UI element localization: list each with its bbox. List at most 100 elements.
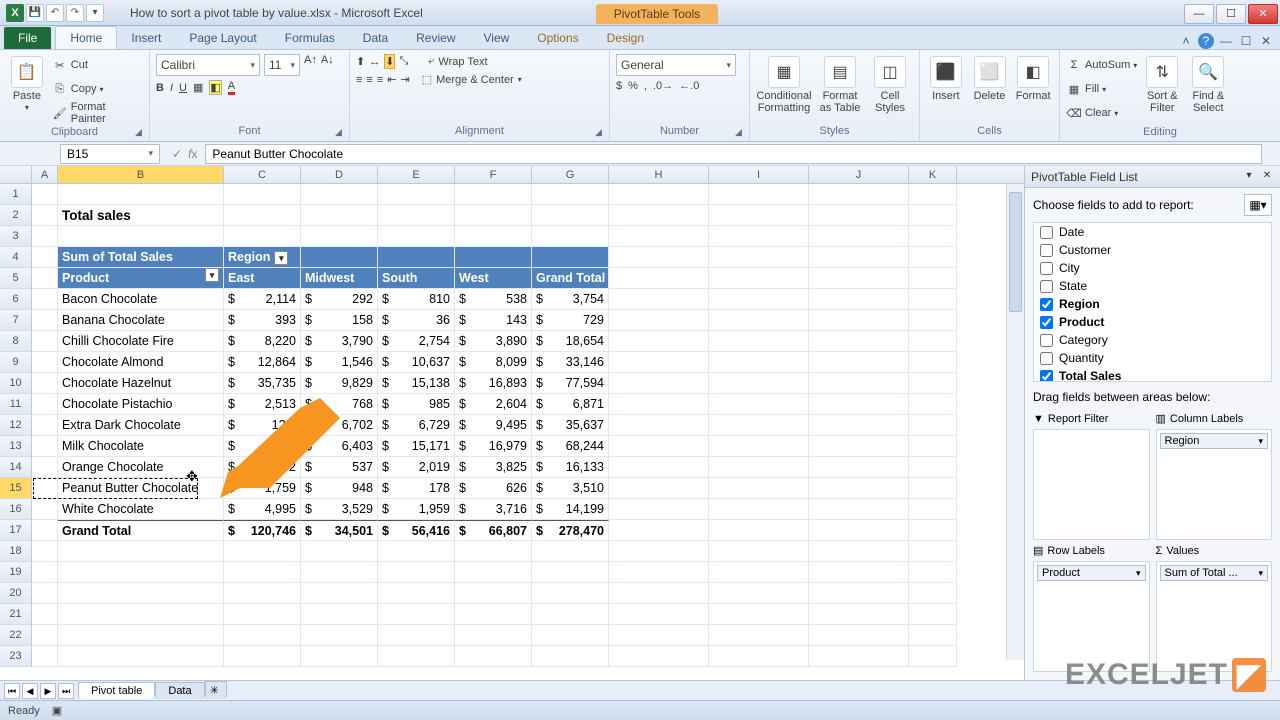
cell[interactable] [709,205,809,226]
sheet-nav-last-icon[interactable]: ⏭ [58,683,74,699]
paste-button[interactable]: 📋Paste▾ [6,54,48,115]
cell[interactable]: $34,501 [301,520,378,541]
tab-home[interactable]: Home [55,26,117,49]
cell[interactable] [809,331,909,352]
cell[interactable] [909,520,957,541]
cell[interactable] [455,205,532,226]
row-header[interactable]: 3 [0,226,32,247]
minimize-button[interactable]: — [1184,4,1214,24]
cell[interactable] [32,268,58,289]
cell[interactable] [32,478,58,499]
cell[interactable] [809,583,909,604]
cell[interactable]: Milk Chocolate [58,436,224,457]
cell[interactable] [709,457,809,478]
cell[interactable] [455,226,532,247]
select-all-corner[interactable] [0,166,32,183]
align-middle-icon[interactable]: ↔ [369,56,380,68]
cell[interactable] [301,247,378,268]
percent-format-icon[interactable]: % [628,80,638,92]
increase-font-icon[interactable]: A↑ [304,54,317,76]
cell[interactable] [609,520,709,541]
qat-customize-icon[interactable]: ▾ [86,4,104,22]
number-launcher-icon[interactable]: ◢ [735,127,747,139]
cell[interactable]: $35,637 [532,415,609,436]
cell[interactable]: $15,138 [378,373,455,394]
row-header[interactable]: 20 [0,583,32,604]
cell[interactable] [224,604,301,625]
cell[interactable] [609,415,709,436]
cell[interactable] [909,499,957,520]
cut-button[interactable]: ✂Cut [52,54,143,76]
cell[interactable] [709,394,809,415]
row-header[interactable]: 17 [0,520,32,541]
cell[interactable]: Extra Dark Chocolate [58,415,224,436]
row-field-pill[interactable]: Product [1037,565,1146,581]
cell[interactable] [224,541,301,562]
cell[interactable] [32,520,58,541]
cell[interactable] [609,541,709,562]
cell[interactable] [224,583,301,604]
cell[interactable]: $16,893 [455,373,532,394]
cell[interactable]: $9,829 [301,373,378,394]
clear-button[interactable]: ⌫Clear▾ [1066,102,1137,124]
font-size-select[interactable]: 11 [264,54,300,76]
fieldlist-fields[interactable]: DateCustomerCityStateRegionProductCatego… [1033,222,1272,382]
cell[interactable] [609,247,709,268]
column-header-D[interactable]: D [301,166,378,183]
cell[interactable]: $178 [378,478,455,499]
cell[interactable] [32,373,58,394]
cell[interactable]: $12,7 [224,415,301,436]
tab-file[interactable]: File [4,27,51,49]
cell[interactable] [809,520,909,541]
sheet-tab-data[interactable]: Data [155,682,204,699]
field-checkbox-city[interactable]: City [1034,259,1271,277]
cell-styles-button[interactable]: ◫Cell Styles [868,54,912,116]
cell[interactable]: $1,759 [224,478,301,499]
cell[interactable]: White Chocolate [58,499,224,520]
field-checkbox-total-sales[interactable]: Total Sales [1034,367,1271,382]
cell[interactable]: $18,654 [532,331,609,352]
column-header-K[interactable]: K [909,166,957,183]
cell[interactable]: $538 [455,289,532,310]
cell[interactable] [532,226,609,247]
cell[interactable]: $2,114 [224,289,301,310]
macro-record-icon[interactable]: ▣ [52,704,62,717]
cell[interactable] [58,226,224,247]
autosum-button[interactable]: ΣAutoSum▾ [1066,54,1137,76]
cell[interactable]: $626 [455,478,532,499]
row-header[interactable]: 9 [0,352,32,373]
column-header-I[interactable]: I [709,166,809,183]
sheet-nav-prev-icon[interactable]: ◀ [22,683,38,699]
cell[interactable] [455,604,532,625]
column-header-J[interactable]: J [809,166,909,183]
new-sheet-button[interactable]: ✳ [205,681,227,699]
cell[interactable]: $6,403 [301,436,378,457]
cell[interactable] [909,226,957,247]
cell[interactable] [32,289,58,310]
cell[interactable]: $91 [224,436,301,457]
cell[interactable] [709,646,809,667]
cell[interactable] [809,604,909,625]
conditional-formatting-button[interactable]: ▦Conditional Formatting [756,54,812,116]
row-header[interactable]: 11 [0,394,32,415]
cell[interactable]: $36 [378,310,455,331]
cell[interactable] [809,562,909,583]
cell[interactable]: Chilli Chocolate Fire [58,331,224,352]
cell[interactable]: $3,754 [532,289,609,310]
cell[interactable]: Chocolate Hazelnut [58,373,224,394]
cell[interactable] [909,310,957,331]
window-min-icon[interactable]: — [1218,33,1234,49]
align-left-icon[interactable]: ≡ [356,74,362,86]
border-icon[interactable]: ▦ [193,81,203,94]
cell[interactable] [809,226,909,247]
cell[interactable] [32,436,58,457]
minimize-ribbon-icon[interactable]: ˄ [1178,33,1194,49]
field-checkbox-category[interactable]: Category [1034,331,1271,349]
formula-bar[interactable]: Peanut Butter Chocolate [205,144,1262,164]
cell[interactable] [301,646,378,667]
cell[interactable]: $10,637 [378,352,455,373]
cell[interactable]: Banana Chocolate [58,310,224,331]
cell[interactable]: Grand Total [58,520,224,541]
align-bottom-icon[interactable]: ⬇ [384,54,395,69]
tab-review[interactable]: Review [402,27,469,49]
